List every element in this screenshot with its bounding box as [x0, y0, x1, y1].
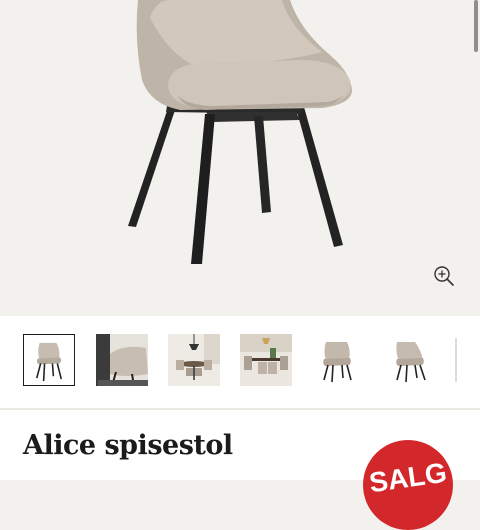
thumbnail-6[interactable]: [383, 334, 435, 386]
thumbnail-5[interactable]: [311, 334, 363, 386]
sale-badge-label: SALG: [367, 456, 449, 499]
thumbnail-3[interactable]: [168, 334, 220, 386]
thumbnail-2[interactable]: [96, 334, 148, 386]
zoom-in-icon: [434, 266, 454, 286]
chair-photo: [128, 0, 352, 264]
sale-badge: SALG: [363, 440, 453, 530]
product-title: Alice spisestol: [23, 430, 233, 461]
thumbnail-1[interactable]: [23, 334, 75, 386]
thumbnail-7[interactable]: [453, 334, 480, 386]
product-info: Alice spisestol SALG: [0, 410, 480, 530]
thumbnail-4[interactable]: [240, 334, 292, 386]
page-scrollbar[interactable]: [474, 0, 478, 52]
thumbnail-strip: [0, 316, 480, 408]
zoom-button[interactable]: [432, 264, 456, 288]
product-main-image[interactable]: [0, 0, 480, 316]
